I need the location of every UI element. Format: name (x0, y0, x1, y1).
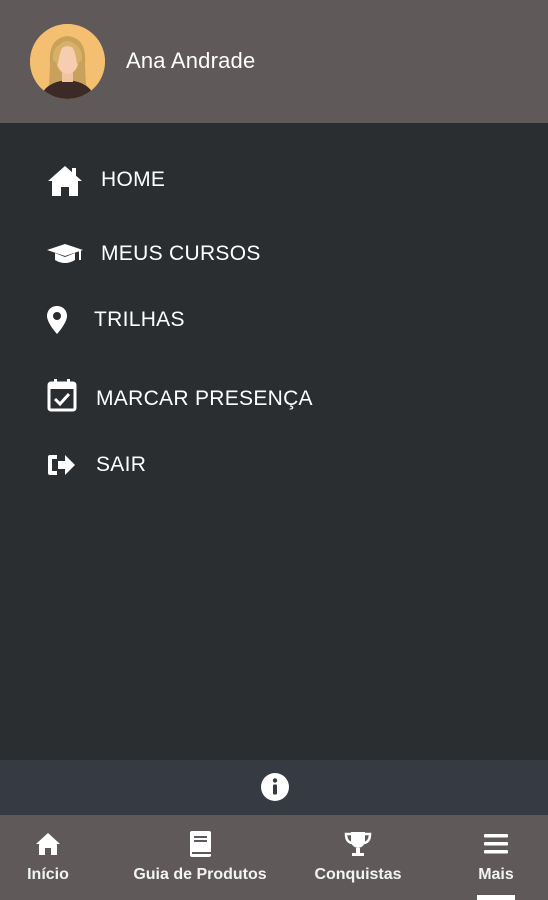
menu-item-label: SAIR (96, 453, 147, 476)
home-icon (33, 829, 63, 859)
menu-item-label: TRILHAS (94, 308, 185, 331)
nav-label: Mais (478, 866, 514, 883)
calendar-check-icon (46, 377, 80, 412)
map-marker-icon (46, 304, 80, 338)
menu-item-trilhas[interactable]: TRILHAS (0, 292, 548, 348)
active-tab-indicator (477, 895, 515, 900)
menu-item-label: HOME (101, 168, 166, 191)
nav-label: Início (27, 866, 69, 883)
menu-item-sair[interactable]: SAIR (0, 437, 548, 493)
user-avatar-icon (30, 24, 105, 99)
menu-item-label: MEUS CURSOS (101, 242, 261, 265)
sign-out-icon (46, 449, 80, 483)
nav-conquistas[interactable]: Conquistas (300, 815, 416, 900)
info-bar (0, 760, 548, 815)
home-icon (46, 164, 82, 198)
menu-item-marcar-presenca[interactable]: MARCAR PRESENÇA (0, 371, 548, 427)
drawer-header: Ana Andrade (0, 0, 548, 123)
book-icon (185, 829, 215, 859)
nav-mais[interactable]: Mais (456, 815, 536, 900)
bottom-navigation: Início Guia de Produtos Conquistas Mais (0, 815, 548, 900)
avatar[interactable] (30, 24, 105, 99)
menu-item-meus-cursos[interactable]: MEUS CURSOS (0, 226, 548, 282)
info-icon[interactable] (260, 772, 290, 802)
nav-label: Conquistas (314, 866, 402, 883)
nav-label: Guia de Produtos (133, 866, 267, 883)
graduation-cap-icon (46, 238, 83, 272)
trophy-icon (343, 829, 373, 859)
menu-item-home[interactable]: HOME (0, 152, 548, 208)
menu-item-label: MARCAR PRESENÇA (96, 387, 313, 410)
drawer-menu: HOME MEUS CURSOS TRILHAS MARCAR PRESENÇA… (0, 123, 548, 760)
user-name: Ana Andrade (126, 48, 256, 73)
nav-inicio[interactable]: Início (0, 815, 96, 900)
nav-guia-de-produtos[interactable]: Guia de Produtos (118, 815, 282, 900)
menu-icon (481, 829, 511, 859)
